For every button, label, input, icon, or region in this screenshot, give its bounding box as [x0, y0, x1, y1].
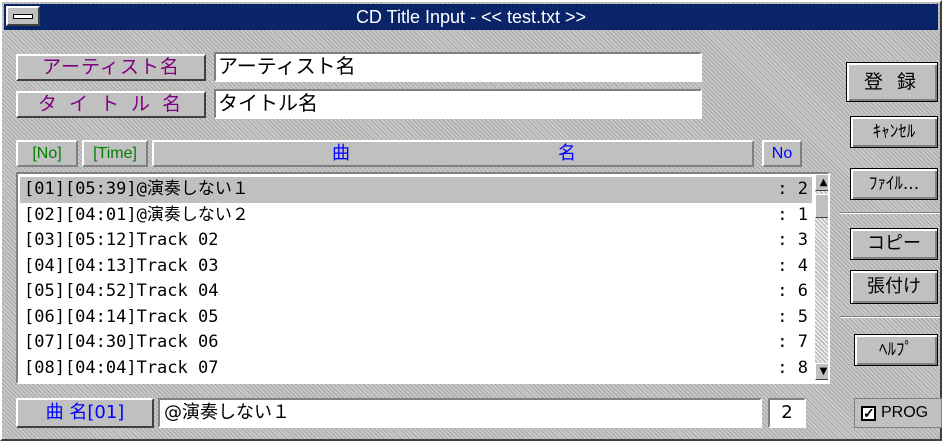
track-row[interactable]: [04][04:13]Track 03 : 4: [20, 254, 812, 280]
title-input[interactable]: タイトル名: [214, 89, 702, 119]
track-order-number: : 5: [777, 306, 808, 327]
copy-button[interactable]: コピー: [850, 228, 938, 260]
vertical-scrollbar[interactable]: ▲ ▼: [815, 174, 828, 380]
file-button[interactable]: ﾌｧｲﾙ...: [850, 168, 938, 200]
arrow-up-icon[interactable]: ▲: [815, 174, 828, 191]
track-listbox[interactable]: [01][05:39]@演奏しない１ : 2 [02][04:01]@演奏しない２:…: [16, 172, 830, 384]
track-text: [04][04:13]Track 03: [24, 255, 219, 276]
order-input[interactable]: 2: [768, 398, 806, 428]
track-text: [05][04:52]Track 04: [24, 281, 219, 301]
system-menu-icon: [13, 14, 33, 19]
track-order-number: : 1: [777, 204, 808, 225]
track-order-number: : 7: [777, 332, 808, 352]
track-row[interactable]: [06][04:14]Track 05 : 5: [20, 305, 812, 331]
cancel-button[interactable]: ｷｬﾝｾﾙ: [850, 116, 938, 148]
track-row[interactable]: [03][05:12]Track 02 : 3: [20, 228, 812, 254]
track-order-number: : 6: [777, 281, 808, 301]
track-row[interactable]: [07][04:30]Track 06 : 7: [20, 330, 812, 356]
track-order-number: : 8: [777, 357, 808, 378]
checkmark-icon: ✓: [861, 405, 876, 421]
track-text: [03][05:12]Track 02: [24, 230, 219, 250]
track-text: [06][04:14]Track 05: [24, 306, 219, 327]
track-text: [02][04:01]@演奏しない２: [24, 204, 249, 225]
cd-title-input-window: CD Title Input - << test.txt >> アーティスト名 …: [0, 0, 942, 441]
track-order-number: : 2: [777, 179, 808, 199]
track-text: [01][05:39]@演奏しない１: [24, 179, 249, 199]
track-row[interactable]: [08][04:04]Track 07 : 8: [20, 356, 812, 382]
register-button[interactable]: 登 録: [846, 62, 938, 102]
header-no[interactable]: [No]: [16, 140, 78, 167]
header-song-part2: 名: [558, 143, 576, 163]
title-bar: CD Title Input - << test.txt >>: [4, 4, 938, 30]
prog-checkbox[interactable]: ✓ PROG: [854, 398, 942, 428]
prog-label: PROG: [881, 404, 929, 421]
track-row[interactable]: [05][04:52]Track 04 : 6: [20, 279, 812, 305]
arrow-down-icon[interactable]: ▼: [815, 363, 828, 380]
header-song-name[interactable]: 曲 名: [152, 140, 754, 167]
scroll-thumb[interactable]: [815, 194, 828, 218]
track-rows: [01][05:39]@演奏しない１ : 2 [02][04:01]@演奏しない２:…: [20, 177, 812, 381]
title-label: タ イ ト ル 名: [16, 91, 206, 118]
artist-label: アーティスト名: [16, 54, 206, 81]
header-song-part1: 曲: [332, 143, 350, 163]
track-row[interactable]: [01][05:39]@演奏しない１ : 2: [20, 177, 812, 203]
system-menu-button[interactable]: [6, 6, 40, 26]
track-order-number: : 3: [777, 230, 808, 250]
help-button[interactable]: ﾍﾙﾌﾟ: [854, 334, 938, 366]
side-separator: [840, 212, 940, 214]
paste-button[interactable]: 張付け: [850, 270, 938, 304]
track-text: [07][04:30]Track 06: [24, 332, 219, 352]
track-order-number: : 4: [777, 255, 808, 276]
song-name-label: 曲 名[01]: [16, 398, 154, 428]
window-title: CD Title Input - << test.txt >>: [355, 7, 587, 27]
song-name-input[interactable]: @演奏しない１: [158, 398, 762, 428]
side-separator: [840, 316, 940, 318]
header-order-no[interactable]: No: [762, 140, 802, 167]
track-text: [08][04:04]Track 07: [24, 357, 219, 378]
header-time[interactable]: [Time]: [82, 140, 148, 167]
artist-input[interactable]: アーティスト名: [214, 52, 702, 82]
track-row[interactable]: [02][04:01]@演奏しない２ : 1: [20, 203, 812, 229]
